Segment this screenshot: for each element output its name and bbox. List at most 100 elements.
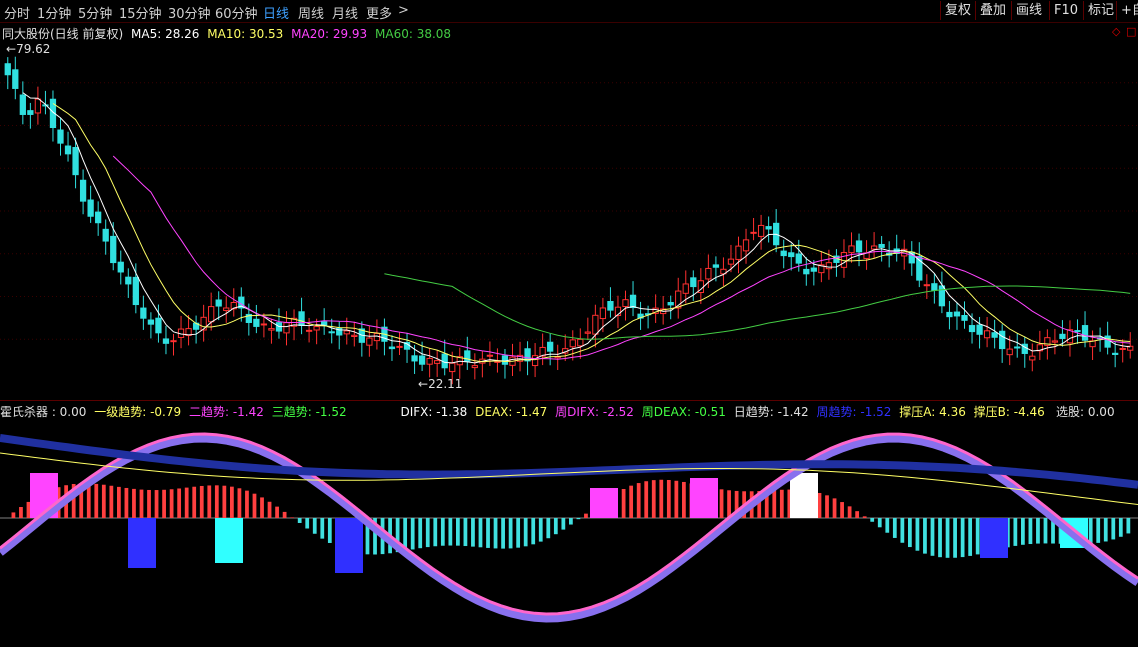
histogram-bar — [1043, 518, 1048, 544]
more-arrow-icon[interactable]: > — [398, 3, 409, 18]
tab-60min[interactable]: 60分钟 — [215, 3, 258, 22]
add-custom-button[interactable]: +自 — [1116, 1, 1138, 20]
histogram-bar — [938, 518, 942, 558]
candle-body — [117, 261, 124, 273]
candle-body — [577, 338, 584, 347]
indicator-chart[interactable] — [0, 418, 1138, 647]
histogram-bar — [674, 480, 679, 518]
histogram-bar — [463, 518, 468, 547]
tab-30min[interactable]: 30分钟 — [168, 3, 211, 22]
candle-body — [95, 211, 102, 224]
candle-body — [79, 179, 87, 202]
candle-body — [27, 110, 34, 115]
candle-body — [140, 307, 147, 319]
tab-15min[interactable]: 15分钟 — [119, 3, 162, 22]
deax-label: DEAX: -1.47 — [475, 405, 548, 419]
histogram-bar — [719, 489, 724, 518]
tab-1min[interactable]: 1分钟 — [37, 3, 71, 22]
difx-label: DIFX: -1.38 — [400, 405, 468, 419]
candle-body — [1006, 348, 1013, 356]
candle-body — [878, 243, 885, 248]
histogram-bar — [124, 487, 129, 518]
trend-block — [128, 518, 156, 568]
candle-body — [155, 317, 162, 334]
histogram-bar — [1096, 518, 1101, 543]
candle-body — [825, 262, 833, 270]
histogram-bar — [11, 512, 16, 518]
candle-body — [803, 268, 810, 275]
histogram-bar — [260, 497, 264, 518]
mark-button[interactable]: 标记 — [1083, 1, 1118, 20]
histogram-bar — [508, 518, 513, 549]
histogram-bar — [772, 490, 777, 518]
histogram-bar — [915, 518, 920, 551]
trend-block — [980, 518, 1008, 558]
candle-body — [132, 276, 139, 306]
histogram-bar — [659, 479, 664, 518]
tab-more[interactable]: 更多 — [366, 3, 392, 22]
candle-body — [102, 228, 109, 242]
histogram-bar — [825, 495, 829, 518]
histogram-bar — [493, 518, 498, 549]
histogram-bar — [1126, 518, 1131, 534]
tab-weekly[interactable]: 周线 — [298, 3, 324, 22]
histogram-bar — [297, 518, 302, 523]
tab-monthly[interactable]: 月线 — [332, 3, 358, 22]
candle-body — [501, 355, 509, 365]
f10-button[interactable]: F10 — [1049, 1, 1082, 20]
candle-body — [396, 345, 403, 348]
histogram-bar — [19, 507, 23, 518]
histogram-bar — [621, 489, 626, 518]
candle-body — [57, 129, 64, 144]
histogram-bar — [892, 518, 897, 538]
candle-body — [110, 235, 117, 264]
candle-body — [298, 311, 305, 326]
histogram-bar — [1028, 518, 1033, 545]
candle-body — [682, 283, 689, 294]
tab-fenshi[interactable]: 分时 — [4, 3, 30, 22]
low-price-label: ←22.11 — [418, 377, 463, 391]
histogram-bar — [94, 483, 99, 518]
indicator-title: 霍氏杀器 : 0.00 — [0, 405, 87, 419]
candle-body — [471, 365, 478, 369]
histogram-bar — [546, 518, 551, 539]
trend-block — [215, 518, 243, 563]
histogram-bar — [900, 518, 905, 543]
histogram-bar — [109, 485, 114, 518]
candle-body — [4, 63, 11, 76]
histogram-bar — [169, 489, 174, 518]
histogram-bar — [1013, 518, 1018, 546]
fuquan-button[interactable]: 复权 — [940, 1, 975, 20]
draw-line-button[interactable]: 画线 — [1011, 1, 1046, 20]
histogram-bar — [214, 485, 219, 518]
histogram-bar — [1021, 518, 1025, 545]
candle-body — [968, 325, 976, 333]
histogram-bar — [885, 518, 890, 533]
tab-daily[interactable]: 日线 — [263, 3, 289, 22]
tab-5min[interactable]: 5分钟 — [78, 3, 112, 22]
histogram-bar — [923, 518, 927, 554]
histogram-bar — [410, 518, 415, 550]
candle-body — [938, 285, 946, 307]
candle-body — [848, 245, 855, 254]
histogram-bar — [553, 518, 558, 535]
trend-block — [335, 518, 363, 573]
candle-body — [705, 267, 712, 280]
candle-body — [253, 318, 260, 327]
candle-body — [162, 338, 170, 344]
histogram-bar — [237, 488, 242, 518]
histogram-bar — [847, 506, 852, 518]
histogram-bar — [523, 518, 528, 547]
histogram-bar — [727, 490, 731, 518]
candle-body — [765, 226, 772, 230]
trend-block — [590, 488, 618, 518]
histogram-bar — [1103, 518, 1108, 542]
candle-body — [434, 360, 441, 364]
candle-body — [343, 330, 350, 335]
trend-block — [690, 478, 718, 518]
histogram-bar — [1118, 518, 1123, 537]
candlestick-chart[interactable] — [0, 22, 1138, 398]
overlay-button[interactable]: 叠加 — [975, 1, 1010, 20]
histogram-bar — [953, 518, 957, 558]
candle-body — [351, 334, 358, 338]
